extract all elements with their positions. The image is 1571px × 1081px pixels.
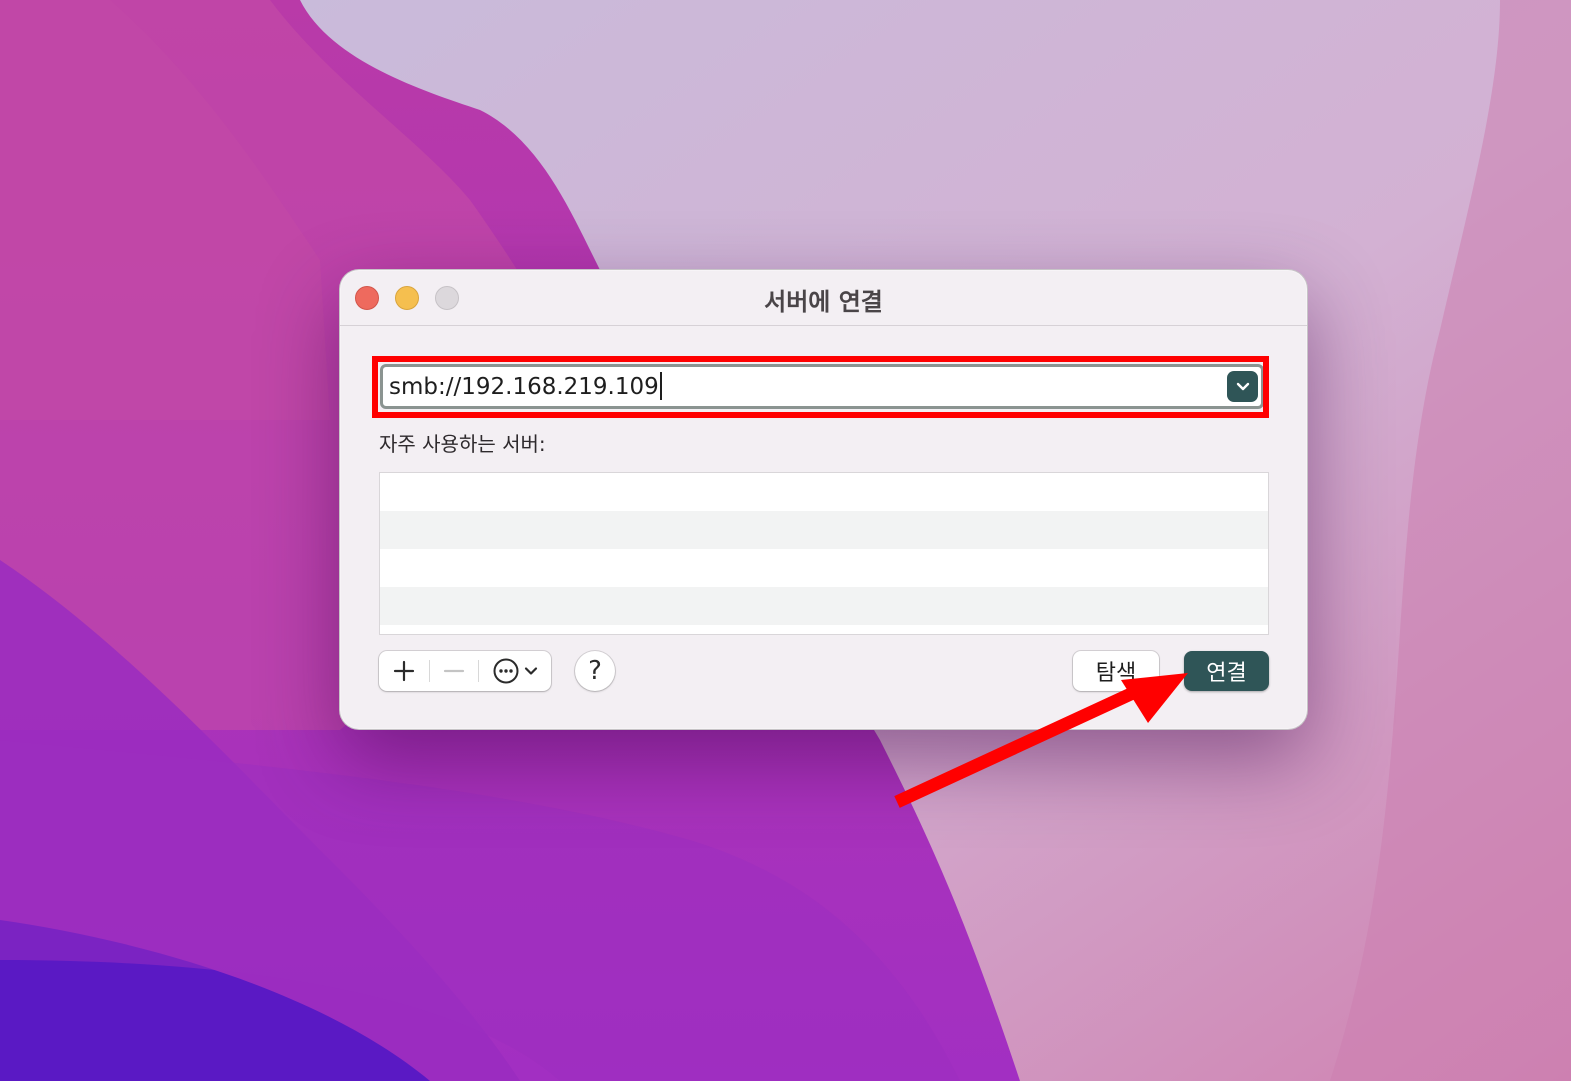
titlebar: 서버에 연결 xyxy=(340,270,1307,326)
list-item[interactable] xyxy=(380,511,1268,549)
minus-icon xyxy=(443,669,465,673)
browse-button[interactable]: 탐색 xyxy=(1073,651,1159,691)
connect-to-server-dialog: 서버에 연결 smb://192.168.219.109 자주 사용하는 서버: xyxy=(339,269,1308,730)
list-item[interactable] xyxy=(380,587,1268,625)
chevron-down-icon xyxy=(524,667,538,675)
annotation-highlight-box xyxy=(372,356,1269,418)
add-favorite-button[interactable] xyxy=(379,651,429,691)
connect-button[interactable]: 연결 xyxy=(1184,651,1269,691)
more-options-button[interactable] xyxy=(479,651,551,691)
favorites-edit-control xyxy=(379,651,551,691)
help-button[interactable]: ? xyxy=(575,651,615,691)
favorite-servers-label: 자주 사용하는 서버: xyxy=(379,432,546,456)
ellipsis-circle-icon xyxy=(493,658,519,684)
list-item[interactable] xyxy=(380,473,1268,511)
dialog-title: 서버에 연결 xyxy=(764,288,883,316)
plus-icon xyxy=(393,660,415,682)
list-item[interactable] xyxy=(380,549,1268,587)
favorite-servers-list[interactable] xyxy=(379,472,1269,635)
remove-favorite-button[interactable] xyxy=(430,651,478,691)
